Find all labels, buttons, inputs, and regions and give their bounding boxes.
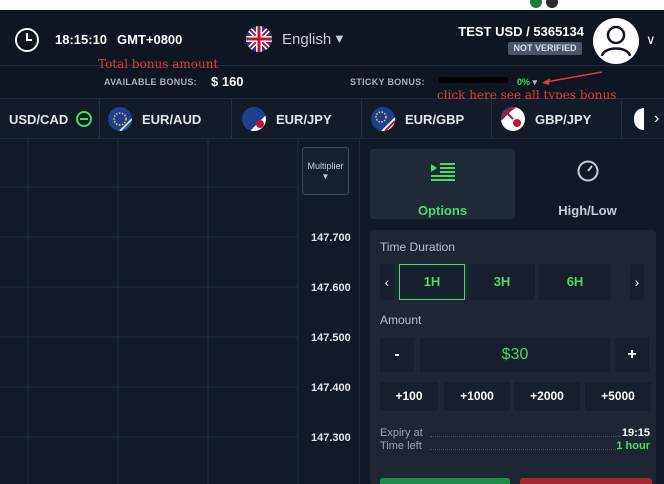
expiry-value: 19:15 (621, 427, 650, 439)
time-left-label: Time left (380, 440, 422, 452)
eu-gb-flag-icon (371, 107, 395, 131)
remove-icon[interactable] (76, 111, 93, 127)
sticky-bonus-value[interactable]: 0% ▾ (517, 77, 537, 88)
time-duration-label: Time Duration (380, 240, 455, 254)
price-label: 147.700 (311, 232, 351, 244)
caret-down-icon: ▾ (532, 77, 538, 87)
gb-jp-flag-icon (501, 107, 525, 131)
avatar[interactable] (593, 18, 639, 64)
tab-high-low[interactable]: High/Low (515, 149, 660, 219)
timezone: GMT+0800 (117, 32, 183, 47)
available-bonus-value: $ 160 (211, 74, 244, 89)
pair-gbp-jpy[interactable]: GBP/JPY (492, 99, 622, 139)
price-label: 147.500 (311, 332, 351, 344)
status-dot (530, 0, 542, 8)
account-id[interactable]: TEST USD / 5365134 (458, 24, 584, 39)
tab-options[interactable]: Options (370, 149, 515, 219)
amount-label: Amount (380, 313, 422, 327)
pair-eur-aud[interactable]: EUR/AUD (100, 99, 232, 139)
available-bonus-label: AVAILABLE BONUS: (104, 77, 197, 87)
sticky-bonus-label: STICKY BONUS: (350, 77, 425, 87)
time-left-value: 1 hour (616, 440, 650, 452)
pair-label: EUR/GBP (405, 111, 465, 127)
partial-flag-icon (634, 108, 644, 130)
chevron-down-icon[interactable]: ∨ (646, 32, 656, 48)
amount-input[interactable]: $30 (420, 338, 610, 372)
pair-label: USD/CAD (9, 111, 69, 127)
increase-amount-button[interactable]: + (615, 338, 649, 372)
tab-label: Options (417, 203, 468, 218)
pair-more[interactable]: › (622, 99, 664, 139)
duration-1h[interactable]: 1H (399, 264, 465, 300)
quick-amount-100[interactable]: +100 (380, 382, 438, 411)
annotation-arrow-icon (542, 71, 603, 85)
list-icon (431, 163, 455, 181)
price-label: 147.600 (311, 282, 351, 294)
pair-usd-cad[interactable]: USD/CAD (0, 99, 100, 139)
sticky-bonus-bar[interactable] (438, 77, 508, 83)
call-button[interactable] (380, 478, 510, 484)
multiplier-dropdown[interactable]: Multiplier ▼ (302, 147, 349, 195)
uk-flag-icon[interactable] (246, 26, 272, 52)
tab-label: High/Low (558, 203, 617, 218)
price-label: 147.400 (311, 382, 351, 394)
decrease-amount-button[interactable]: - (380, 338, 414, 372)
verification-badge: NOT VERIFIED (508, 42, 582, 55)
multiplier-label: Multiplier (307, 161, 344, 171)
dotted-divider (430, 449, 620, 450)
timer-icon (577, 160, 599, 182)
sticky-bonus-percent: 0% (517, 77, 531, 87)
put-button[interactable] (520, 478, 652, 484)
quick-amount-2000[interactable]: +2000 (514, 382, 580, 411)
pair-eur-jpy[interactable]: EUR/JPY (232, 99, 362, 139)
pair-label: GBP/JPY (535, 111, 592, 127)
pair-eur-gbp[interactable]: EUR/GBP (362, 99, 492, 139)
chevron-right-icon[interactable]: › (630, 264, 644, 300)
caret-down-icon: ▼ (321, 172, 330, 181)
browser-strip (0, 0, 664, 10)
dotted-divider (430, 436, 620, 437)
chevron-left-icon[interactable]: ‹ (380, 264, 394, 300)
status-dot (546, 0, 558, 8)
eu-au-flag-icon (108, 107, 132, 131)
user-icon (600, 25, 632, 57)
expiry-row: Expiry at 19:15 (380, 427, 650, 441)
server-time: 18:15:10 (55, 32, 108, 47)
duration-6h[interactable]: 6H (539, 264, 611, 300)
price-label: 147.300 (311, 432, 351, 444)
annotation-total-bonus: Total bonus amount (98, 57, 219, 71)
time-left-row: Time left 1 hour (380, 440, 650, 454)
currency-pairs-bar: USD/CAD EUR/AUD EUR/JPY EUR/GBP GBP/JPY … (0, 99, 664, 139)
pair-label: EUR/AUD (142, 111, 202, 127)
quick-amount-5000[interactable]: +5000 (585, 382, 651, 411)
pair-label: EUR/JPY (276, 111, 332, 127)
duration-3h[interactable]: 3H (469, 264, 535, 300)
language-selector[interactable]: English (282, 31, 331, 48)
chevron-down-icon[interactable]: ▼ (333, 31, 346, 46)
clock-icon (15, 28, 39, 52)
expiry-label: Expiry at (380, 427, 423, 439)
eu-jp-flag-icon (242, 107, 266, 131)
chevron-right-icon[interactable]: › (654, 110, 659, 128)
quick-amount-1000[interactable]: +1000 (444, 382, 510, 411)
